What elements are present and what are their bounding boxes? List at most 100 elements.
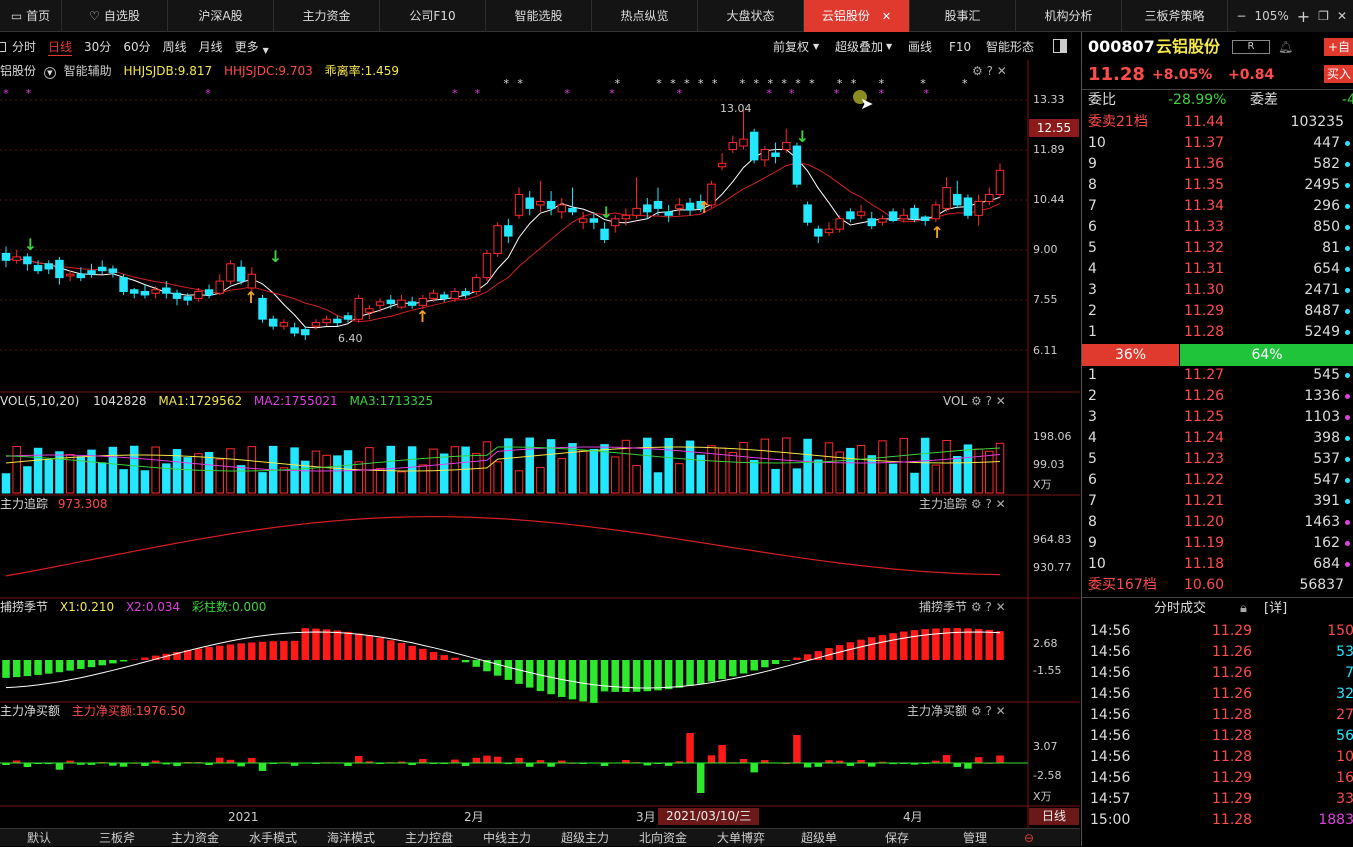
period-tab[interactable]: 更多: [235, 38, 259, 56]
season-x1: X1:0.210: [60, 600, 114, 614]
top-tab[interactable]: 热点纵览: [592, 0, 698, 32]
signal-star: *: [517, 77, 523, 90]
bid-row[interactable]: 911.19162: [1082, 533, 1353, 554]
candle-body: [879, 219, 886, 222]
ask-row[interactable]: 711.34296: [1082, 196, 1353, 217]
close-icon[interactable]: ✕: [996, 497, 1006, 511]
bottom-tab[interactable]: 大单博弈: [702, 829, 780, 846]
bottom-tab[interactable]: 主力控盘: [390, 829, 468, 846]
top-tab[interactable]: 主力资金: [274, 0, 380, 32]
bottom-tab[interactable]: 管理: [936, 829, 1014, 846]
gear-icon[interactable]: ⚙: [971, 497, 982, 511]
layout-toggle-icon[interactable]: [1053, 39, 1067, 53]
top-tab[interactable]: ▭首页: [0, 0, 62, 32]
top-tab[interactable]: 公司F10: [380, 0, 486, 32]
bottom-tab[interactable]: 超级主力: [546, 829, 624, 846]
help-icon[interactable]: ?: [985, 497, 991, 511]
bid-row[interactable]: 311.251103: [1082, 407, 1353, 428]
gear-icon[interactable]: ⚙: [972, 64, 983, 78]
stock-name: 云铝股份: [1156, 36, 1220, 57]
bottom-tab[interactable]: 北向资金: [624, 829, 702, 846]
zoom-in-icon[interactable]: +: [1297, 7, 1310, 26]
ask-row[interactable]: 811.352495: [1082, 175, 1353, 196]
chevron-down-icon[interactable]: ▼: [44, 67, 56, 79]
gear-icon[interactable]: ⚙: [971, 600, 982, 614]
bottom-tab[interactable]: 保存: [858, 829, 936, 846]
ask-row[interactable]: 411.31654: [1082, 259, 1353, 280]
bid-row[interactable]: 511.23537: [1082, 449, 1353, 470]
top-tab[interactable]: 云铝股份✕: [804, 0, 910, 32]
top-tab[interactable]: 股事汇: [910, 0, 1016, 32]
ask-row[interactable]: 611.33850: [1082, 217, 1353, 238]
season-bar: [24, 660, 31, 676]
period-tab[interactable]: 分时: [12, 38, 36, 56]
add-favorite-button[interactable]: +自: [1324, 38, 1353, 56]
bottom-tab[interactable]: 水手模式: [234, 829, 312, 846]
candle-body: [152, 290, 159, 293]
top-tab[interactable]: 智能选股: [486, 0, 592, 32]
bottom-tab[interactable]: 海洋模式: [312, 829, 390, 846]
top-tab[interactable]: 三板斧策略: [1122, 0, 1228, 32]
smart-pattern-button[interactable]: 智能形态: [986, 34, 1034, 60]
help-icon[interactable]: ?: [985, 600, 991, 614]
bid-row[interactable]: 111.27545: [1082, 365, 1353, 386]
top-tab[interactable]: ♡自选股: [62, 0, 168, 32]
period-tag[interactable]: 日线: [1029, 808, 1079, 825]
bid-row[interactable]: 211.261336: [1082, 386, 1353, 407]
ask-row[interactable]: 911.36582: [1082, 154, 1353, 175]
signal-star: *: [205, 87, 211, 100]
bottom-tab[interactable]: 默认: [0, 829, 78, 846]
y-axis-label: 6.11: [1033, 343, 1058, 359]
help-icon[interactable]: ?: [987, 64, 993, 78]
period-tab[interactable]: 月线: [199, 38, 223, 56]
ask-row[interactable]: 211.298487: [1082, 301, 1353, 322]
lock-icon[interactable]: 🔒︎: [1240, 598, 1247, 619]
close-icon[interactable]: ✕: [996, 394, 1006, 408]
panel-icon[interactable]: [0, 42, 6, 52]
period-tab[interactable]: 60分: [123, 38, 150, 56]
bottom-tab[interactable]: 超级单: [780, 829, 858, 846]
gear-icon[interactable]: ⚙: [971, 394, 982, 408]
top-tab[interactable]: 大盘状态: [698, 0, 804, 32]
fuquan-dropdown[interactable]: 前复权: [773, 34, 809, 60]
more-circle-icon[interactable]: ⊖: [1014, 829, 1044, 846]
draw-line-button[interactable]: 画线: [908, 34, 932, 60]
close-window-icon[interactable]: ✕: [1337, 9, 1347, 23]
period-tab[interactable]: 30分: [84, 38, 111, 56]
ask-row[interactable]: 311.302471: [1082, 280, 1353, 301]
bid-row[interactable]: 811.201463: [1082, 512, 1353, 533]
top-tab[interactable]: 沪深A股: [168, 0, 274, 32]
bell-icon[interactable]: 🔔︎: [1278, 39, 1293, 55]
restore-window-icon[interactable]: ❐: [1318, 9, 1329, 23]
ratio-right: 64%: [1180, 344, 1353, 366]
bid-row[interactable]: 1011.18684: [1082, 554, 1353, 575]
ask-row[interactable]: 1011.37447: [1082, 133, 1353, 154]
bottom-tab[interactable]: 主力资金: [156, 829, 234, 846]
season-bar: [729, 660, 736, 676]
bid-row[interactable]: 411.24398: [1082, 428, 1353, 449]
bottom-tab[interactable]: 中线主力: [468, 829, 546, 846]
f10-button[interactable]: F10: [949, 34, 971, 60]
ask-row[interactable]: 511.3281: [1082, 238, 1353, 259]
period-tab[interactable]: 日线: [48, 38, 72, 56]
buy-button[interactable]: 买入: [1324, 65, 1353, 83]
close-icon[interactable]: ✕: [997, 64, 1007, 78]
period-tab[interactable]: 周线: [163, 38, 187, 56]
gear-icon[interactable]: ⚙: [971, 704, 982, 718]
close-icon[interactable]: ✕: [996, 600, 1006, 614]
zoom-out-icon[interactable]: −: [1236, 9, 1246, 23]
net-buy-bar: [237, 763, 244, 766]
close-icon[interactable]: ✕: [996, 704, 1006, 718]
ask-row[interactable]: 111.285249: [1082, 322, 1353, 343]
close-tab-icon[interactable]: ✕: [882, 10, 891, 23]
bid-row[interactable]: 711.21391: [1082, 491, 1353, 512]
volume-bar: [782, 438, 789, 493]
trades-detail-link[interactable]: [详]: [1264, 598, 1287, 619]
help-icon[interactable]: ?: [986, 394, 992, 408]
bottom-tab[interactable]: 三板斧: [78, 829, 156, 846]
top-tab[interactable]: 机构分析: [1016, 0, 1122, 32]
bid-row[interactable]: 611.22547: [1082, 470, 1353, 491]
trade-row: 14:5611.2810: [1082, 747, 1353, 768]
overlay-dropdown[interactable]: 超级叠加: [835, 34, 883, 60]
help-icon[interactable]: ?: [985, 704, 991, 718]
